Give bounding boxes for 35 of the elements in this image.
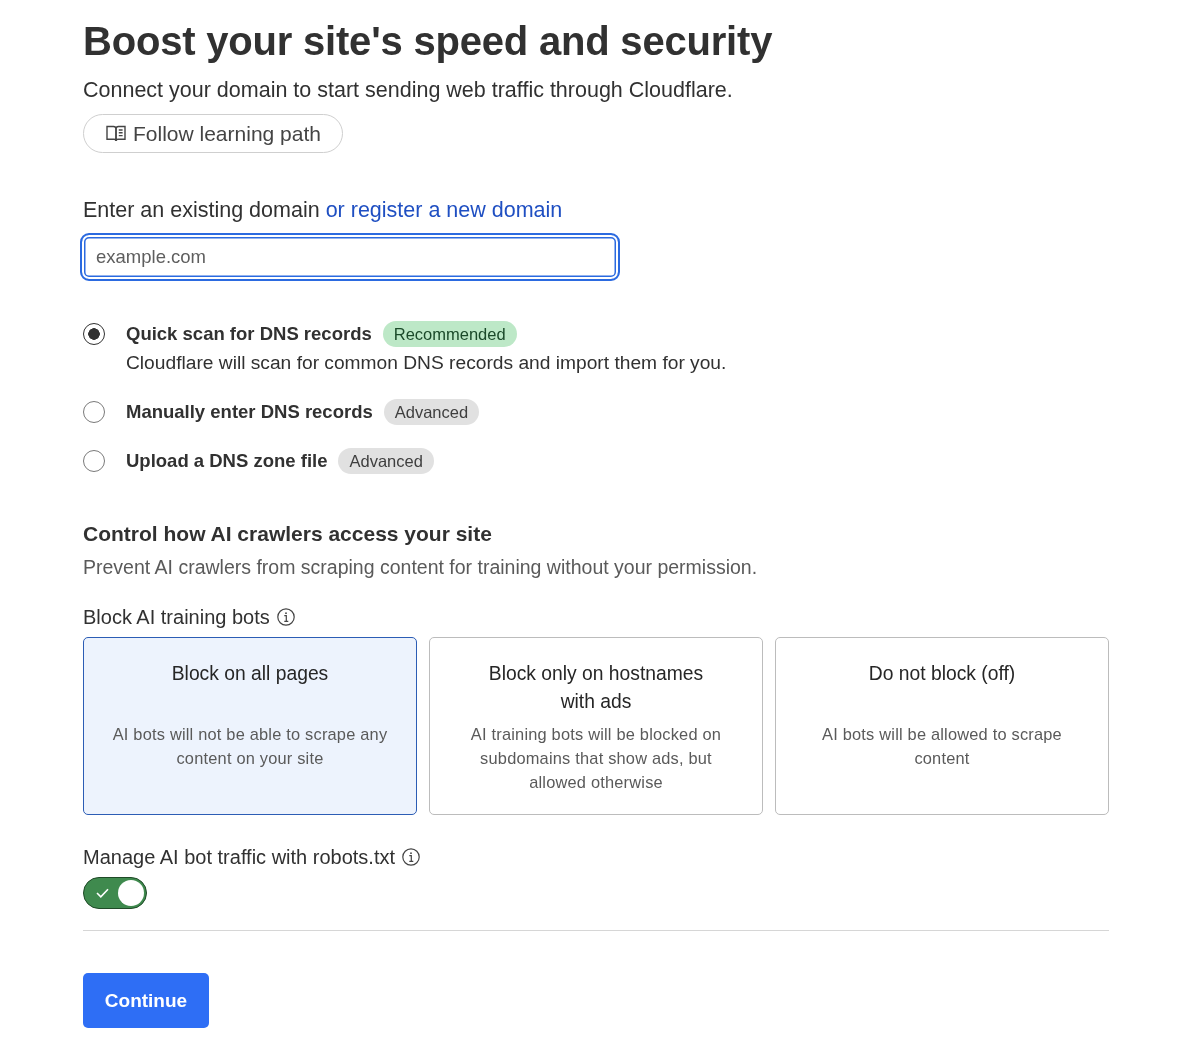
block-option-card[interactable]: Do not block (off) AI bots will be allowed to scrape content [775, 637, 1109, 815]
robots-toggle[interactable] [83, 877, 147, 909]
card-description: AI bots will not be able to scrape any content on your site [111, 724, 389, 769]
option-badge: Advanced [383, 399, 480, 425]
block-bots-label: Block AI training bots [83, 605, 270, 629]
card-title: Do not block (off) [868, 662, 1016, 686]
register-domain-link[interactable]: or register a new domain [325, 198, 563, 222]
learning-path-button[interactable]: Follow learning path [83, 114, 343, 153]
section-title: Control how AI crawlers access your site [83, 521, 492, 547]
domain-label: Enter an existing domain or register a new domain [83, 197, 563, 223]
card-description: AI training bots will be blocked on subdomains that show ads, but allowed otherwise [469, 724, 723, 793]
book-icon [106, 125, 126, 142]
block-option-card[interactable]: Block on all pages AI bots will not be able to scrape any content on your site [83, 637, 417, 815]
card-title: Block only on hostnames with ads [487, 662, 705, 714]
radio-button[interactable] [83, 450, 105, 472]
page-subtitle: Connect your domain to start sending web traffic through Cloudflare. [83, 77, 733, 103]
section-description: Prevent AI crawlers from scraping content for training without your permission. [83, 555, 758, 579]
option-label: Quick scan for DNS records [126, 322, 372, 346]
radio-button[interactable] [83, 401, 105, 423]
page-title: Boost your site's speed and security [83, 18, 773, 65]
option-description: Cloudflare will scan for common DNS records and import them for you. [126, 351, 727, 375]
option-badge: Recommended [382, 321, 517, 347]
robots-label: Manage AI bot traffic with robots.txt [83, 845, 395, 869]
card-title: Block on all pages [171, 662, 329, 686]
option-label: Upload a DNS zone file [126, 449, 328, 473]
option-label: Manually enter DNS records [126, 400, 373, 424]
check-icon [96, 888, 109, 898]
radio-button[interactable] [83, 323, 105, 345]
option-badge: Advanced [338, 448, 434, 474]
continue-button[interactable]: Continue [83, 973, 209, 1028]
domain-input-field[interactable]: example.com [80, 233, 620, 281]
info-icon[interactable] [402, 848, 420, 866]
info-icon[interactable] [276, 608, 295, 626]
card-description: AI bots will be allowed to scrape content [821, 724, 1063, 769]
block-option-card[interactable]: Block only on hostnames with ads AI training bots will be blocked on subdomains that show ads, but allowed otherwise [429, 637, 763, 815]
